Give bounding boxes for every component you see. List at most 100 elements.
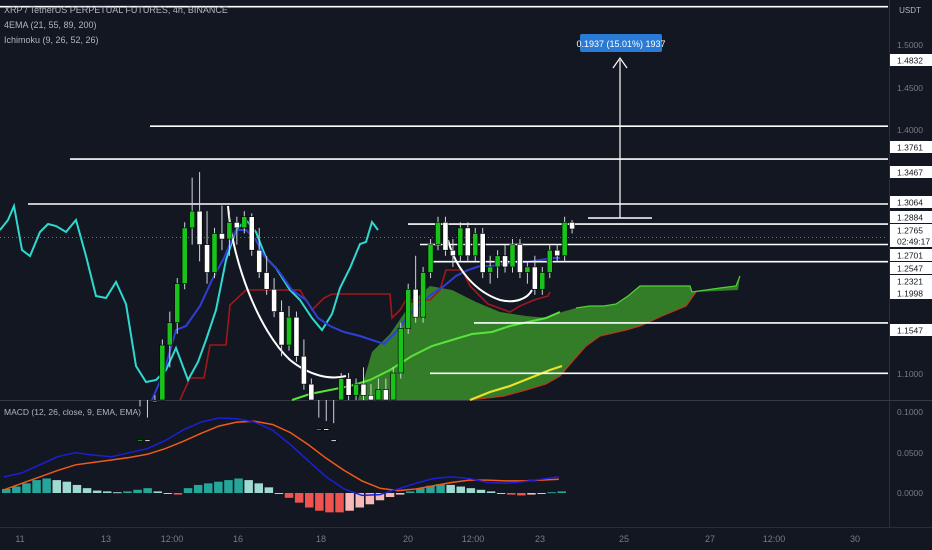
macd-histogram-bar [264, 487, 274, 493]
macd-histogram-bar [305, 493, 314, 508]
price-label: 1.1547 [897, 326, 923, 336]
candle-up [539, 272, 546, 290]
time-tick: 30 [850, 534, 860, 544]
time-tick: 20 [403, 534, 413, 544]
macd-histogram-bar [62, 481, 72, 493]
trading-chart[interactable]: 0.1937 (15.01%) 1937 1.5000 1.4500 1.4000 1… [0, 0, 932, 550]
candle-down [442, 222, 449, 251]
macd-histogram-bar [72, 484, 82, 493]
time-tick: 25 [619, 534, 629, 544]
candle-up [561, 222, 568, 257]
candle-down [554, 249, 561, 257]
macd-tick: 0.1000 [897, 407, 923, 417]
candle-down [517, 244, 523, 273]
macd-histogram-bar [517, 493, 526, 496]
candle-down [204, 244, 210, 273]
candle-down [360, 383, 367, 396]
candle-down [502, 255, 508, 268]
macd-histogram-bar [42, 478, 51, 493]
macd-histogram-bar [12, 486, 21, 493]
candle-up [137, 439, 143, 442]
price-label: 02:49:17 [897, 237, 930, 247]
macd-histogram-bar [92, 490, 102, 493]
price-tick: 1.4000 [897, 125, 923, 135]
macd-histogram-bar [113, 492, 122, 494]
macd-histogram-bar [406, 491, 415, 493]
macd-histogram-bar [52, 480, 61, 493]
candle-down [449, 249, 456, 257]
time-tick: 12:00 [763, 534, 786, 544]
macd-histogram-bar [32, 480, 41, 493]
candle-up [211, 233, 218, 273]
price-label: 1.2547 [897, 264, 923, 274]
macd-histogram-bar [22, 483, 31, 493]
candle-down [368, 394, 374, 401]
candle-up [427, 244, 434, 273]
macd-histogram-bar [476, 489, 486, 493]
candle-up [181, 227, 188, 284]
measure-label-text: 0.1937 (15.01%) 1937 [576, 39, 665, 49]
macd-histogram-bar [486, 491, 496, 493]
macd-title: MACD (12, 26, close, 9, EMA, EMA) [4, 407, 141, 417]
candle-up [390, 372, 397, 401]
candle-down [248, 216, 255, 251]
candle-up [241, 216, 248, 229]
candle-down [382, 389, 389, 401]
price-tick: 1.4500 [897, 83, 923, 93]
price-tick: 1.5000 [897, 40, 923, 50]
price-label: 1.4832 [897, 56, 923, 66]
macd-histogram-bar [274, 493, 284, 494]
macd-histogram-bar [466, 488, 476, 493]
candle-down [531, 266, 538, 290]
macd-histogram-bar [284, 493, 294, 498]
macd-histogram-bar [173, 493, 183, 495]
macd-histogram-bar [527, 493, 536, 495]
macd-histogram-bar [537, 493, 546, 494]
time-tick: 12:00 [462, 534, 485, 544]
indicator-ema-label: 4EMA (21, 55, 89, 200) [4, 20, 97, 30]
macd-histogram-bar [446, 484, 455, 493]
candle-down [330, 439, 337, 442]
candle-down [278, 311, 285, 346]
time-tick: 11 [15, 534, 24, 544]
price-label: 1.2765 [897, 226, 923, 236]
time-tick: 27 [705, 534, 715, 544]
macd-histogram-bar [507, 493, 516, 495]
candle-up [457, 227, 464, 257]
candle-down [293, 316, 300, 357]
candle-down [345, 378, 352, 396]
candle-up [397, 328, 404, 374]
candle-down [300, 355, 307, 385]
macd-histogram-bar [496, 493, 506, 494]
macd-histogram-bar [335, 493, 344, 513]
candle-up [487, 266, 494, 273]
candle-up [315, 428, 322, 431]
macd-tick: 0.0500 [897, 448, 923, 458]
candle-up [546, 249, 553, 273]
candle-down [323, 428, 330, 431]
candle-down [479, 233, 486, 273]
candle-down [263, 272, 270, 290]
candle-down [271, 288, 277, 312]
macd-histogram-bar [103, 491, 112, 493]
macd-histogram-bar [254, 483, 263, 493]
candle-down [233, 222, 240, 229]
candle-up [338, 378, 345, 401]
macd-tick: 0.0000 [897, 488, 923, 498]
time-tick: 12:00 [161, 534, 184, 544]
macd-histogram-bar [456, 486, 465, 493]
candle-down [569, 222, 575, 230]
candle-up [174, 283, 181, 324]
price-label: 1.1998 [897, 289, 923, 299]
time-tick: 16 [233, 534, 243, 544]
indicator-ichimoku-label: Ichimoku (9, 26, 52, 26) [4, 35, 99, 45]
price-label: 1.2321 [897, 277, 923, 287]
candle-up [226, 222, 233, 240]
candle-up [353, 383, 359, 396]
macd-histogram-bar [133, 489, 142, 493]
candle-up [189, 210, 196, 229]
symbol-title: XRP / TetherUS PERPETUAL FUTURES, 4h, BI… [4, 5, 228, 15]
macd-histogram-bar [123, 491, 132, 493]
candle-up [375, 389, 382, 401]
macd-histogram-bar [153, 491, 162, 493]
